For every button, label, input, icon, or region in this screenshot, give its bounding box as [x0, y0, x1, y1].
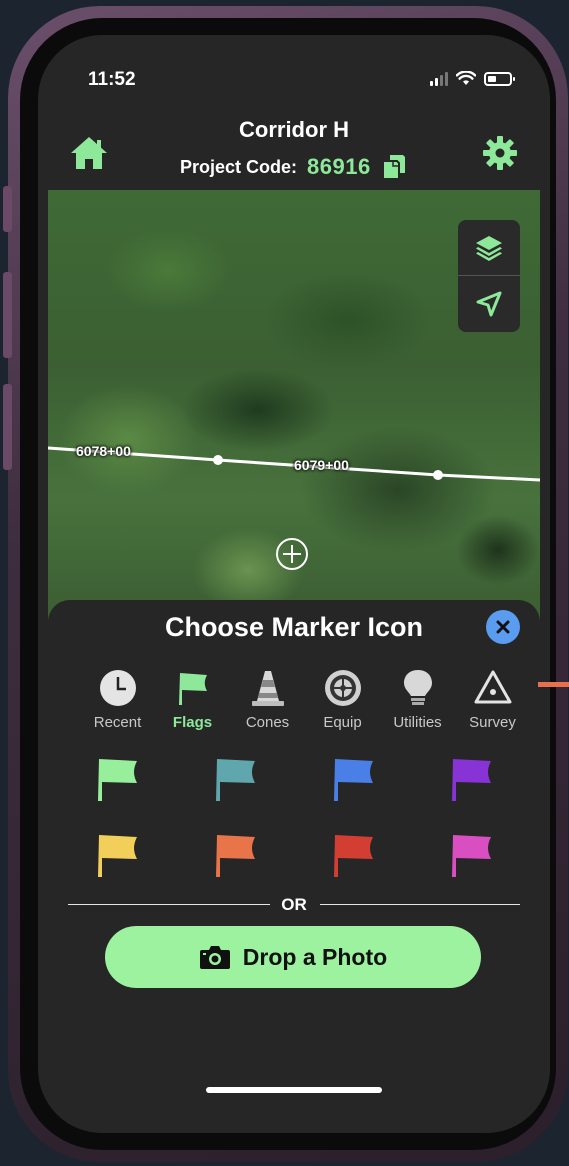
- tab-utilities[interactable]: Utilities: [380, 668, 455, 738]
- station-label: 6079+00: [294, 457, 349, 473]
- traffic-cone-icon: [252, 671, 284, 706]
- map-controls: [458, 220, 520, 332]
- app-screen: 11:52 Corridor H Project Code: 86916 607…: [38, 35, 550, 1133]
- project-name: Corridor H: [239, 117, 349, 142]
- close-icon: [496, 620, 510, 634]
- tab-cones[interactable]: Cones: [230, 668, 305, 738]
- camera-icon: [199, 946, 230, 969]
- app-header: Corridor H Project Code: 86916: [38, 115, 550, 190]
- flag-purple-icon[interactable]: [447, 755, 497, 805]
- warning-triangle-icon: [474, 670, 512, 704]
- battery-icon: [484, 71, 515, 86]
- layers-button[interactable]: [458, 220, 520, 276]
- or-divider: OR: [68, 895, 520, 915]
- mute-switch: [3, 186, 12, 232]
- tab-flags[interactable]: Flags: [155, 668, 230, 738]
- close-button[interactable]: [486, 610, 520, 644]
- tab-label: Flags: [172, 714, 213, 731]
- drop-photo-button[interactable]: Drop a Photo: [105, 926, 481, 988]
- device-frame: 11:52 Corridor H Project Code: 86916 607…: [0, 0, 569, 1166]
- tire-icon: [325, 670, 361, 706]
- edge-accent-mark: [538, 682, 569, 687]
- tab-equip[interactable]: Equip: [305, 668, 380, 738]
- copy-icon[interactable]: [381, 153, 407, 181]
- tab-label: Survey: [469, 714, 516, 731]
- category-tabs: Recent Flags Cones Equip Utilities Surve…: [48, 668, 540, 738]
- volume-down-button: [3, 384, 12, 470]
- drop-photo-label: Drop a Photo: [242, 943, 388, 970]
- gear-icon[interactable]: [482, 135, 518, 171]
- clock-icon: [100, 670, 136, 706]
- tab-label: Utilities: [393, 714, 442, 731]
- or-label: OR: [281, 895, 307, 914]
- satellite-map[interactable]: 6078+00 6079+00: [48, 190, 540, 630]
- home-indicator[interactable]: [206, 1087, 382, 1093]
- flag-pink-icon[interactable]: [447, 831, 497, 881]
- volume-up-button: [3, 272, 12, 358]
- tab-survey[interactable]: Survey: [455, 668, 530, 738]
- station-label: 6078+00: [76, 443, 131, 459]
- flag-green-icon[interactable]: [93, 755, 143, 805]
- layers-icon: [476, 235, 502, 261]
- location-arrow-icon: [476, 291, 502, 317]
- sheet-title: Choose Marker Icon: [164, 612, 424, 642]
- flag-blue-icon[interactable]: [329, 755, 379, 805]
- project-code-label: Project Code:: [180, 156, 298, 177]
- status-icons: [430, 71, 515, 86]
- flag-grid: [48, 755, 540, 915]
- flag-red-icon[interactable]: [329, 831, 379, 881]
- tab-label: Equip: [323, 714, 362, 731]
- crosshair-add-icon[interactable]: [275, 537, 309, 571]
- tab-label: Recent: [93, 714, 142, 731]
- tab-label: Cones: [245, 714, 290, 731]
- tab-recent[interactable]: Recent: [80, 668, 155, 738]
- status-bar: 11:52: [38, 35, 550, 123]
- project-code-value: 86916: [307, 154, 371, 179]
- project-code-row: Project Code: 86916: [180, 153, 407, 181]
- flag-teal-icon[interactable]: [211, 755, 261, 805]
- cellular-signal-icon: [430, 71, 448, 86]
- locate-me-button[interactable]: [458, 276, 520, 332]
- flag-orange-icon[interactable]: [211, 831, 261, 881]
- lightbulb-icon: [404, 670, 432, 705]
- marker-picker-sheet: Choose Marker Icon Recent Flags Cones Eq…: [48, 600, 540, 1133]
- status-time: 11:52: [88, 69, 136, 90]
- wifi-icon: [456, 71, 476, 85]
- flag-yellow-icon[interactable]: [93, 831, 143, 881]
- flag-icon: [179, 673, 207, 705]
